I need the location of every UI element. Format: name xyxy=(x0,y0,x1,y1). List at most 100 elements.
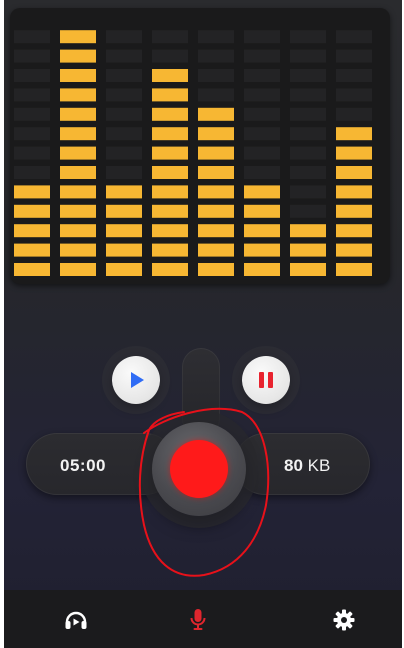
equalizer-column xyxy=(14,30,50,276)
equalizer-segment-empty xyxy=(290,107,326,121)
equalizer-segment-empty xyxy=(290,127,326,141)
equalizer-segment-empty xyxy=(14,146,50,160)
equalizer-column xyxy=(336,30,372,276)
equalizer-segment-lit xyxy=(336,146,372,160)
equalizer-segment-lit xyxy=(60,263,96,276)
equalizer-segment-lit xyxy=(60,127,96,141)
equalizer-segment-lit xyxy=(14,224,50,238)
bottom-navigation xyxy=(4,590,402,648)
equalizer-segment-lit xyxy=(290,243,326,257)
equalizer-segment-lit xyxy=(244,243,280,257)
equalizer-segment-lit xyxy=(60,243,96,257)
equalizer-segment-lit xyxy=(198,243,234,257)
equalizer-segment-empty xyxy=(198,88,234,102)
equalizer-segment-lit xyxy=(198,166,234,179)
equalizer-segment-empty xyxy=(106,88,142,102)
equalizer-segment-empty xyxy=(290,185,326,199)
mic-icon xyxy=(190,609,206,630)
equalizer-segment-lit xyxy=(244,204,280,218)
equalizer-segment-empty xyxy=(290,30,326,44)
equalizer-segment-empty xyxy=(244,49,280,63)
equalizer-segment-empty xyxy=(106,166,142,179)
equalizer-segment-empty xyxy=(244,69,280,82)
equalizer-segment-lit xyxy=(336,263,372,276)
equalizer-segment-empty xyxy=(14,49,50,63)
equalizer-segment-empty xyxy=(14,69,50,82)
equalizer-segment-lit xyxy=(60,204,96,218)
equalizer-segment-lit xyxy=(106,224,142,238)
equalizer-segment-lit xyxy=(106,204,142,218)
equalizer-segment-lit xyxy=(336,243,372,257)
equalizer-segment-lit xyxy=(198,146,234,160)
equalizer-segment-lit xyxy=(14,243,50,257)
equalizer-segment-lit xyxy=(198,263,234,276)
equalizer-segment-empty xyxy=(106,146,142,160)
equalizer-segment-lit xyxy=(336,127,372,141)
equalizer-segment-lit xyxy=(14,204,50,218)
equalizer-segment-empty xyxy=(198,69,234,82)
nav-settings-tab[interactable] xyxy=(330,606,358,634)
equalizer-segment-lit xyxy=(106,185,142,199)
player-icon xyxy=(65,611,87,629)
equalizer-segment-empty xyxy=(290,146,326,160)
equalizer-segment-empty xyxy=(290,49,326,63)
controls-area: 05:00 80 KB xyxy=(4,300,402,590)
equalizer-column xyxy=(244,30,280,276)
equalizer-segment-lit xyxy=(336,185,372,199)
equalizer-visualizer xyxy=(14,30,372,276)
pause-button[interactable] xyxy=(242,356,290,404)
nav-recorder-tab[interactable] xyxy=(184,606,212,634)
equalizer-segment-empty xyxy=(336,30,372,44)
play-icon xyxy=(131,372,144,388)
equalizer-segment-lit xyxy=(60,166,96,179)
equalizer-segment-lit xyxy=(152,107,188,121)
equalizer-segment-empty xyxy=(244,127,280,141)
file-size: 80 KB xyxy=(284,456,330,476)
equalizer-column xyxy=(60,30,96,276)
equalizer-segment-lit xyxy=(60,107,96,121)
equalizer-segment-empty xyxy=(106,49,142,63)
equalizer-column xyxy=(290,30,326,276)
equalizer-segment-lit xyxy=(152,224,188,238)
equalizer-segment-lit xyxy=(60,224,96,238)
equalizer-segment-empty xyxy=(336,49,372,63)
equalizer-segment-empty xyxy=(14,166,50,179)
equalizer-segment-lit xyxy=(14,263,50,276)
equalizer-segment-lit xyxy=(152,127,188,141)
equalizer-segment-empty xyxy=(290,204,326,218)
equalizer-segment-empty xyxy=(14,127,50,141)
equalizer-segment-empty xyxy=(152,30,188,44)
equalizer-segment-empty xyxy=(244,88,280,102)
equalizer-segment-lit xyxy=(198,224,234,238)
equalizer-segment-empty xyxy=(290,88,326,102)
equalizer-segment-empty xyxy=(14,30,50,44)
equalizer-segment-empty xyxy=(198,49,234,63)
equalizer-segment-lit xyxy=(336,204,372,218)
settings-icon xyxy=(333,609,355,631)
equalizer-segment-lit xyxy=(152,263,188,276)
equalizer-segment-empty xyxy=(106,127,142,141)
pause-icon xyxy=(259,372,273,388)
equalizer-segment-lit xyxy=(152,185,188,199)
equalizer-segment-empty xyxy=(106,30,142,44)
nav-player-tab[interactable] xyxy=(62,606,90,634)
equalizer-segment-empty xyxy=(290,166,326,179)
recording-timer: 05:00 xyxy=(60,456,106,475)
equalizer-segment-lit xyxy=(152,69,188,82)
equalizer-segment-empty xyxy=(336,88,372,102)
equalizer-segment-empty xyxy=(244,107,280,121)
equalizer-segment-lit xyxy=(336,224,372,238)
record-button[interactable] xyxy=(152,422,246,516)
equalizer-segment-lit xyxy=(152,88,188,102)
equalizer-segment-lit xyxy=(106,263,142,276)
equalizer-segment-lit xyxy=(290,224,326,238)
equalizer-segment-lit xyxy=(198,185,234,199)
equalizer-segment-lit xyxy=(244,224,280,238)
play-button[interactable] xyxy=(112,356,160,404)
equalizer-segment-lit xyxy=(60,88,96,102)
equalizer-panel xyxy=(10,8,390,284)
file-size-value: 80 xyxy=(284,456,303,475)
recorder-screen: 05:00 80 KB xyxy=(4,0,402,648)
equalizer-segment-lit xyxy=(152,243,188,257)
record-dot-icon xyxy=(170,440,228,498)
